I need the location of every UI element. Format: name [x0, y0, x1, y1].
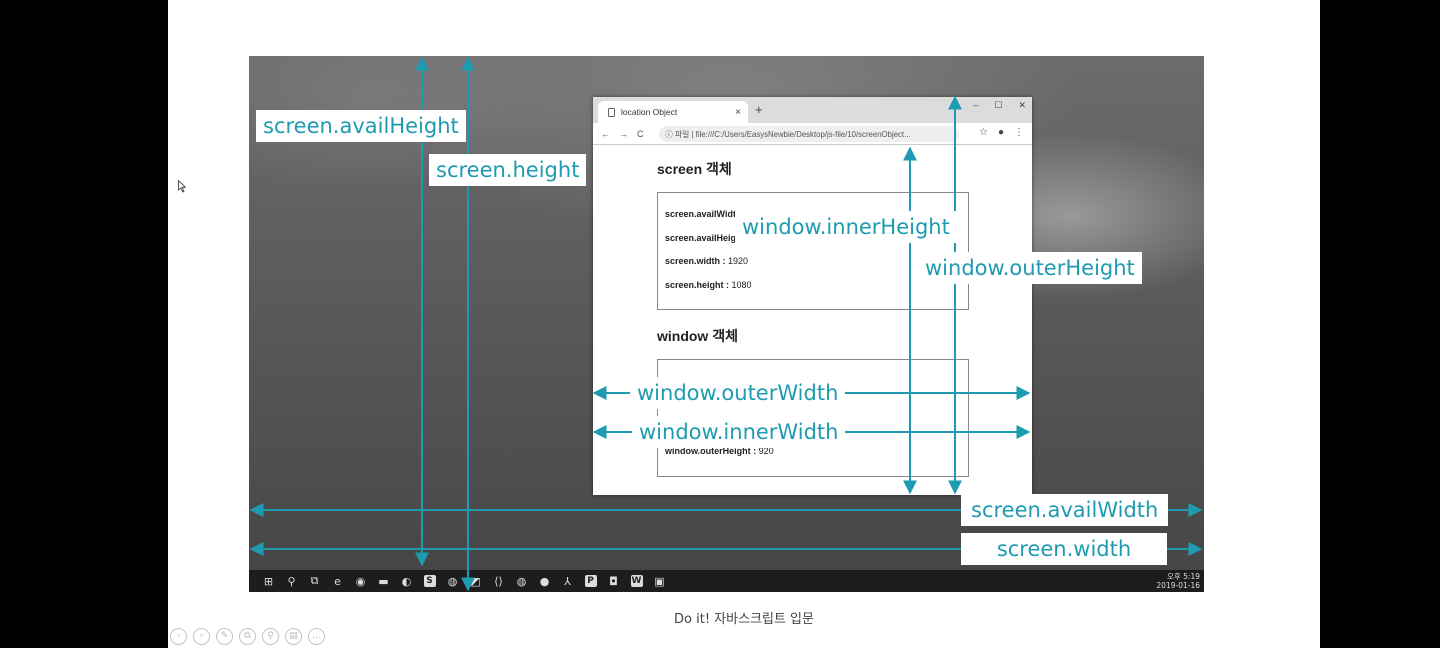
label-screen-width: screen.width	[961, 533, 1167, 565]
label-window-innerHeight: window.innerHeight	[735, 211, 957, 243]
copy-icon[interactable]: ⧉	[239, 628, 256, 645]
label-screen-availWidth: screen.availWidth	[961, 494, 1169, 526]
slide-caption: Do it! 자바스크립트 입문	[674, 612, 814, 627]
zoom-icon[interactable]: ⚲	[262, 628, 279, 645]
player-controls: ‹ › ✎ ⧉ ⚲ ▤ …	[170, 628, 325, 645]
label-window-outerWidth: window.outerWidth	[630, 377, 846, 409]
label-screen-availHeight: screen.availHeight	[256, 110, 466, 142]
label-window-outerHeight: window.outerHeight	[918, 252, 1142, 284]
next-icon[interactable]: ›	[193, 628, 210, 645]
label-window-innerWidth: window.innerWidth	[632, 416, 846, 448]
more-icon[interactable]: …	[308, 628, 325, 645]
slides-icon[interactable]: ▤	[285, 628, 302, 645]
prev-icon[interactable]: ‹	[170, 628, 187, 645]
measurement-arrows	[249, 56, 1203, 592]
label-screen-height: screen.height	[429, 154, 587, 186]
pen-icon[interactable]: ✎	[216, 628, 233, 645]
